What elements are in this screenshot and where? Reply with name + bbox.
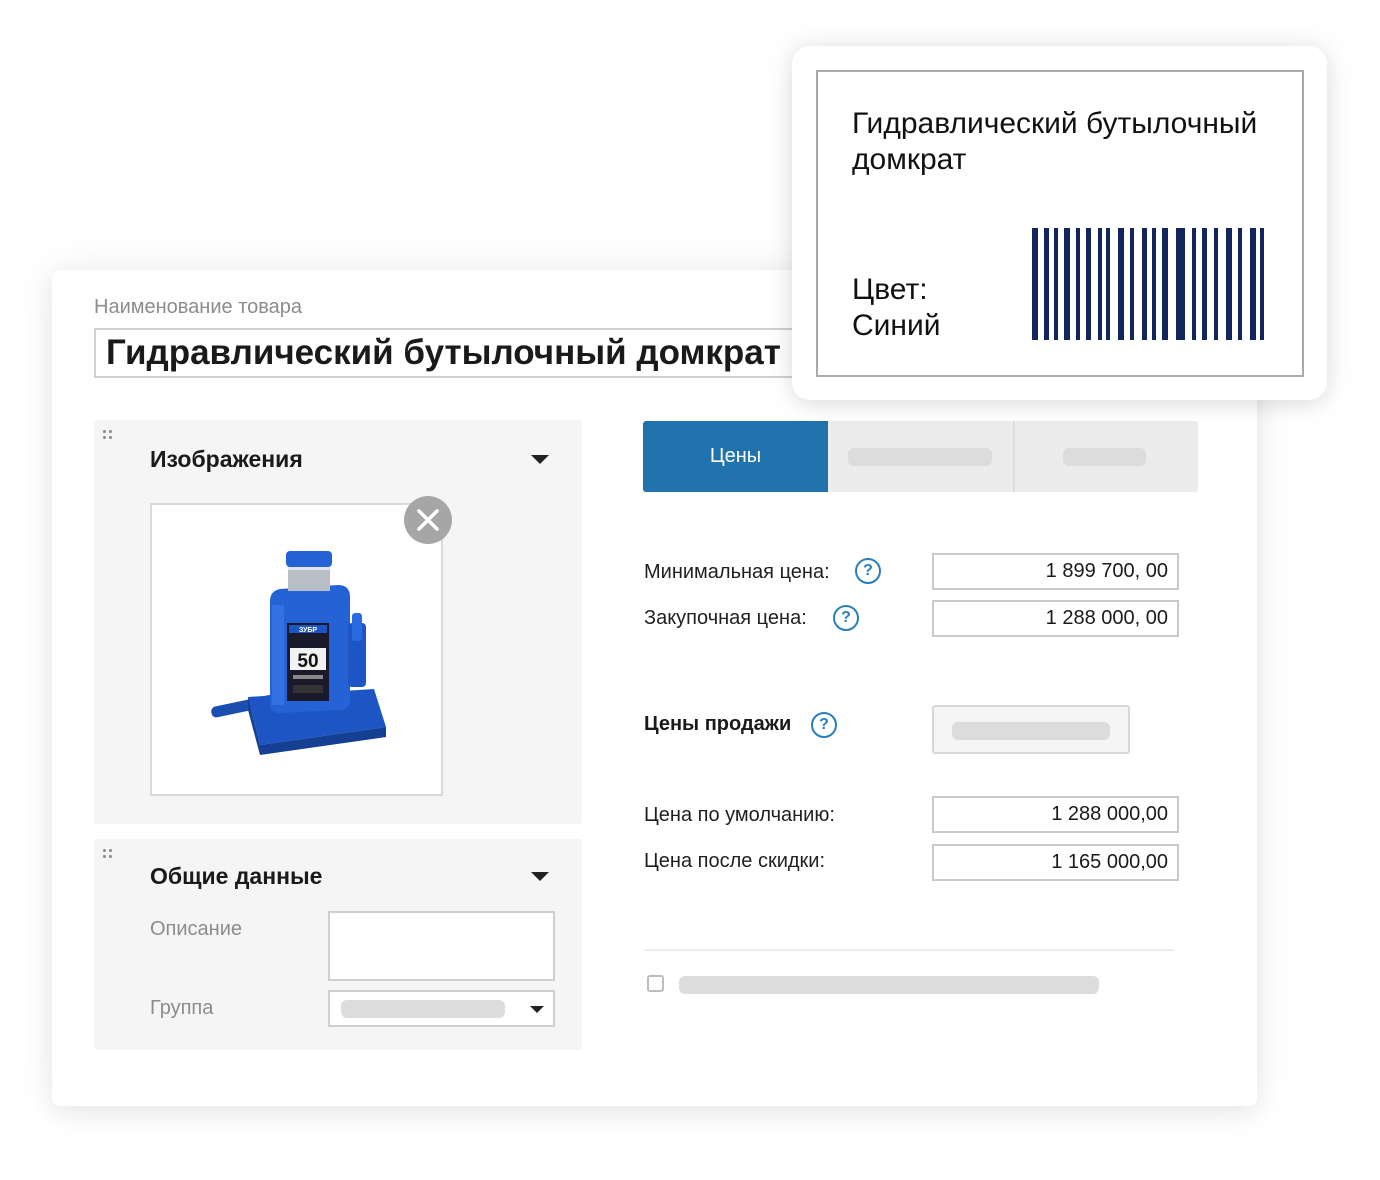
chevron-down-icon[interactable]: [531, 455, 549, 464]
product-label: Гидравлический бутылочный домкрат Цвет: …: [816, 70, 1304, 377]
images-panel-title: Изображения: [150, 446, 303, 472]
min-price-input[interactable]: 1 899 700, 00: [932, 553, 1179, 590]
discount-price-label: Цена после скидки:: [644, 850, 826, 872]
help-icon[interactable]: ?: [833, 605, 859, 631]
group-select[interactable]: [328, 990, 555, 1027]
chevron-down-icon: [530, 1006, 544, 1013]
tab-prices[interactable]: Цены: [643, 421, 828, 492]
product-label-card: Гидравлический бутылочный домкрат Цвет: …: [792, 46, 1327, 400]
drag-handle-icon[interactable]: [102, 429, 114, 441]
product-name-input[interactable]: Гидравлический бутылочный домкрат: [94, 328, 854, 378]
purchase-price-label: Закупочная цена:: [644, 607, 807, 629]
tab-third[interactable]: [1015, 421, 1198, 492]
chevron-down-icon[interactable]: [531, 872, 549, 881]
description-field[interactable]: [328, 911, 555, 981]
min-price-label: Минимальная цена:: [644, 561, 830, 583]
remove-image-button[interactable]: [404, 496, 452, 544]
product-image[interactable]: ЗУБР 50: [150, 503, 443, 796]
option-checkbox[interactable]: [647, 975, 664, 992]
help-icon[interactable]: ?: [855, 558, 881, 584]
purchase-price-input[interactable]: 1 288 000, 00: [932, 600, 1179, 637]
sales-prices-button[interactable]: [932, 705, 1130, 754]
jack-capacity-text: 50: [297, 651, 318, 672]
tab-second[interactable]: [828, 421, 1013, 492]
default-price-input[interactable]: 1 288 000,00: [932, 796, 1179, 833]
label-product-title: Гидравлический бутылочный домкрат: [852, 107, 1258, 176]
group-value-placeholder: [341, 1000, 505, 1018]
close-icon: [417, 509, 439, 531]
label-color-caption: Цвет:: [852, 273, 928, 306]
drag-handle-icon[interactable]: [102, 848, 114, 860]
jack-brand-text: ЗУБР: [299, 627, 318, 634]
group-label: Группа: [150, 997, 214, 1019]
default-price-label: Цена по умолчанию:: [644, 804, 835, 826]
discount-price-input[interactable]: 1 165 000,00: [932, 844, 1179, 881]
divider: [644, 949, 1174, 951]
price-tabs: Цены: [643, 421, 1198, 492]
hydraulic-jack-icon: ЗУБР 50: [211, 551, 386, 755]
product-name-label: Наименование товара: [94, 296, 303, 318]
images-panel: Изображения ЗУБР 50: [94, 420, 582, 824]
label-color-value: Синий: [852, 309, 941, 342]
help-icon[interactable]: ?: [811, 712, 837, 738]
barcode-icon: [1032, 228, 1264, 340]
button-label-placeholder: [952, 722, 1110, 740]
description-label: Описание: [150, 918, 243, 940]
sales-prices-title: Цены продажи: [644, 713, 792, 735]
tab-label-placeholder: [848, 448, 992, 466]
tab-label-placeholder: [1063, 448, 1146, 466]
checkbox-label-placeholder: [679, 976, 1099, 994]
general-data-panel: Общие данные Описание Группа: [94, 839, 582, 1050]
general-panel-title: Общие данные: [150, 863, 323, 889]
